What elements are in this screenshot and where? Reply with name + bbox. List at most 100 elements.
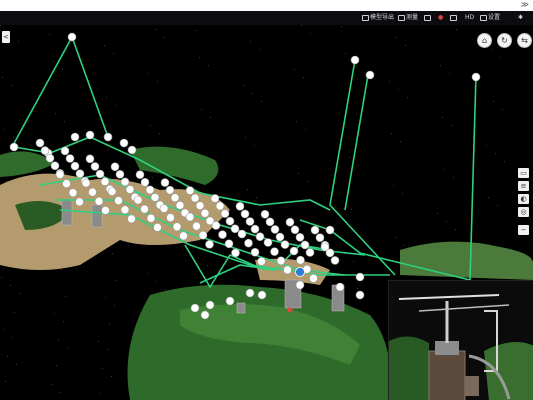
locate-button[interactable]: ◎ (518, 207, 529, 217)
noise-dot (486, 145, 487, 146)
power-tower (61, 199, 73, 226)
noise-dot (155, 29, 156, 30)
noise-dot (195, 30, 196, 31)
noise-dot (159, 133, 160, 134)
noise-dot (391, 133, 392, 134)
noise-dot (106, 97, 107, 98)
waypoint-marker (295, 280, 305, 290)
waypoint-marker (145, 185, 155, 195)
noise-dot (208, 65, 209, 66)
waypoint-marker (120, 205, 130, 215)
noise-dot (341, 26, 342, 27)
noise-dot (51, 384, 52, 385)
noise-dot (207, 265, 208, 266)
noise-dot (247, 189, 248, 190)
noise-dot (453, 177, 454, 178)
rotate-view-button[interactable]: ↻ (497, 33, 512, 48)
waypoint-marker (285, 217, 295, 227)
noise-dot (440, 65, 441, 66)
waypoint-marker (309, 274, 318, 283)
noise-dot (67, 348, 68, 349)
split-view-button[interactable]: ⇆ (517, 33, 532, 48)
noise-dot (493, 101, 494, 102)
zoom-out-button[interactable]: − (518, 225, 529, 235)
noise-dot (12, 337, 13, 338)
measure-button[interactable]: 测量 (398, 13, 418, 23)
noise-dot (0, 25, 1, 26)
rotate-icon: ↻ (501, 36, 508, 45)
measure-label: 测量 (406, 14, 419, 21)
waypoint-marker (165, 185, 175, 195)
waypoint-marker (260, 209, 270, 219)
waypoint-marker (310, 225, 320, 235)
noise-dot (491, 49, 492, 50)
waypoint-marker (205, 240, 214, 249)
noise-dot (442, 117, 443, 118)
camera-preview-inset[interactable] (388, 280, 533, 400)
waypoint-marker (185, 212, 195, 222)
noise-dot (62, 69, 63, 70)
waypoint-marker (140, 177, 150, 187)
noise-dot (64, 121, 65, 122)
home-view-button[interactable]: ⌂ (477, 33, 492, 48)
waypoint-marker (166, 213, 175, 222)
camera-button[interactable] (424, 13, 432, 23)
settings-button[interactable]: 设置 (480, 13, 500, 23)
3d-viewport[interactable]: < ⌂ ↻ ⇆ ▭ ≡ ◐ ◎ − (0, 25, 533, 400)
noise-dot (2, 77, 3, 78)
compass-button[interactable]: ◐ (518, 194, 529, 204)
noise-dot (404, 245, 405, 246)
waypoint-marker (114, 196, 123, 205)
top-strip: ≫ (0, 0, 533, 11)
layer-button[interactable]: ≡ (518, 181, 529, 191)
waypoint-marker (200, 208, 210, 218)
waypoint-marker (60, 146, 70, 156)
quality-button[interactable]: HD (465, 13, 474, 23)
gear-button[interactable]: ✱ (518, 13, 523, 23)
waypoint-marker (160, 178, 170, 187)
noise-dot (165, 289, 166, 290)
waypoint-marker (70, 161, 80, 171)
waypoint-marker (35, 138, 45, 148)
waypoint-marker (127, 214, 136, 224)
waypoint-marker (245, 217, 255, 226)
noise-dot (488, 197, 489, 198)
waypoint-marker (257, 257, 266, 266)
record-button[interactable]: ● (438, 13, 443, 23)
waypoint-marker (355, 272, 365, 282)
waypoint-marker (320, 242, 330, 252)
home-icon: ⌂ (481, 36, 488, 45)
waypoint-marker (150, 193, 160, 202)
export-model-button[interactable]: 模型导出 (362, 13, 394, 23)
noise-dot (396, 37, 397, 38)
waypoint-marker (295, 233, 305, 242)
noise-dot (10, 285, 11, 286)
side-toolbar: ▭ ≡ ◐ ◎ − (518, 168, 529, 238)
noise-dot (353, 261, 354, 262)
noise-dot (199, 57, 200, 58)
noise-dot (250, 41, 251, 42)
layers-button[interactable] (450, 13, 458, 23)
noise-dot (243, 85, 244, 86)
drone-position-marker (287, 307, 293, 313)
waypoint-marker (140, 204, 149, 214)
noise-dot (356, 113, 357, 114)
ridge-vegetation (400, 241, 533, 280)
noise-dot (157, 81, 158, 82)
noise-dot (113, 53, 114, 54)
noise-dot (254, 145, 255, 146)
power-tower (236, 302, 246, 314)
waypoint-marker (250, 224, 260, 234)
noise-dot (307, 181, 308, 182)
noise-dot (105, 297, 106, 298)
collapse-icon[interactable]: ≫ (521, 0, 529, 10)
waypoint-marker (289, 246, 299, 256)
noise-dot (210, 117, 211, 118)
left-panel-toggle[interactable]: < (2, 31, 10, 43)
noise-dot (407, 97, 408, 98)
fullscreen-button[interactable]: ▭ (518, 168, 529, 178)
noise-dot (451, 125, 452, 126)
noise-dot (7, 356, 8, 357)
waypoint-marker (127, 145, 137, 155)
settings-label: 设置 (488, 14, 501, 21)
